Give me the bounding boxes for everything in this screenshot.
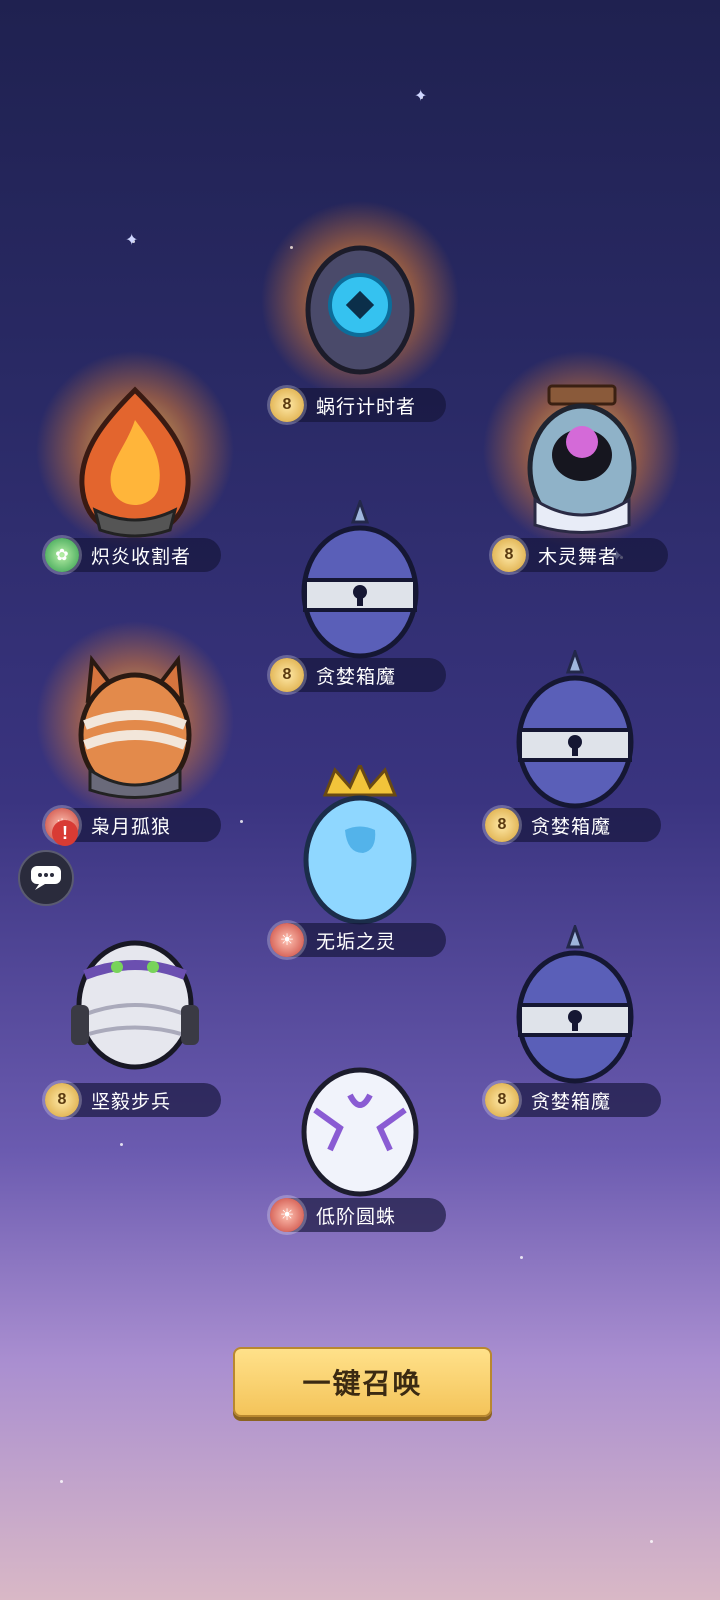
egg-label: 8 贪婪箱魔 bbox=[270, 658, 446, 692]
egg-name: 坚毅步兵 bbox=[91, 1091, 172, 1113]
element-badge-icon: ☀ bbox=[270, 923, 304, 957]
lock-egg-icon bbox=[301, 500, 419, 659]
wolf-egg-icon bbox=[78, 654, 192, 799]
egg-slot-9[interactable]: 8 贪婪箱魔 bbox=[480, 925, 670, 1155]
egg-slot-8[interactable]: 8 坚毅步兵 bbox=[40, 925, 230, 1155]
lock-egg-icon bbox=[516, 925, 634, 1084]
mummy-egg-icon bbox=[71, 940, 199, 1070]
rank-badge-icon: 8 bbox=[270, 658, 304, 692]
egg-slot-1[interactable]: 8 蜗行计时者 bbox=[260, 200, 460, 460]
egg-slot-6[interactable]: 8 贪婪箱魔 bbox=[480, 650, 670, 880]
egg-name: 贪婪箱魔 bbox=[531, 1091, 612, 1113]
rank-badge-icon: 8 bbox=[492, 538, 526, 572]
rank-badge-icon: 8 bbox=[45, 1083, 79, 1117]
egg-label: ☀ 无垢之灵 bbox=[270, 923, 446, 957]
egg-label: 8 木灵舞者 bbox=[492, 538, 668, 572]
chat-bubble-icon bbox=[31, 866, 61, 890]
egg-name: 贪婪箱魔 bbox=[531, 816, 612, 838]
egg-label: 8 坚毅步兵 bbox=[45, 1083, 221, 1117]
egg-slot-2[interactable]: ✿ 炽炎收割者 bbox=[35, 350, 235, 610]
egg-name: 蜗行计时者 bbox=[316, 396, 417, 418]
element-badge-icon: ✿ bbox=[45, 538, 79, 572]
exclamation-icon: ! bbox=[52, 820, 78, 846]
flame-egg-icon bbox=[79, 386, 191, 538]
rank-badge-icon: 8 bbox=[485, 1083, 519, 1117]
crown-egg-icon bbox=[303, 765, 417, 925]
eye-egg-icon bbox=[527, 384, 637, 534]
egg-name: 炽炎收割者 bbox=[91, 546, 192, 568]
clock-egg-icon bbox=[305, 245, 415, 375]
egg-label: ☀ 低阶圆蛛 bbox=[270, 1198, 446, 1232]
lock-egg-icon bbox=[516, 650, 634, 809]
rank-badge-icon: 8 bbox=[270, 388, 304, 422]
egg-name: 枭月孤狼 bbox=[91, 816, 172, 838]
egg-label: 8 贪婪箱魔 bbox=[485, 1083, 661, 1117]
egg-name: 低阶圆蛛 bbox=[316, 1206, 397, 1228]
egg-label: ✿ 炽炎收割者 bbox=[45, 538, 221, 572]
element-badge-icon: ☀ bbox=[270, 1198, 304, 1232]
egg-slot-3[interactable]: 8 木灵舞者 bbox=[482, 350, 682, 610]
egg-label: 8 贪婪箱魔 bbox=[485, 808, 661, 842]
spider-egg-icon bbox=[301, 1067, 419, 1197]
egg-name: 贪婪箱魔 bbox=[316, 666, 397, 688]
summon-all-button[interactable]: 一键召唤 bbox=[233, 1347, 492, 1417]
egg-name: 木灵舞者 bbox=[538, 546, 619, 568]
egg-slot-7[interactable]: ☀ 无垢之灵 bbox=[265, 765, 455, 995]
rank-badge-icon: 8 bbox=[485, 808, 519, 842]
chat-button[interactable] bbox=[18, 850, 74, 906]
egg-name: 无垢之灵 bbox=[316, 931, 397, 953]
egg-slot-4[interactable]: 8 贪婪箱魔 bbox=[265, 500, 455, 730]
egg-slot-10[interactable]: ☀ 低阶圆蛛 bbox=[265, 1040, 455, 1270]
egg-label: 8 蜗行计时者 bbox=[270, 388, 446, 422]
